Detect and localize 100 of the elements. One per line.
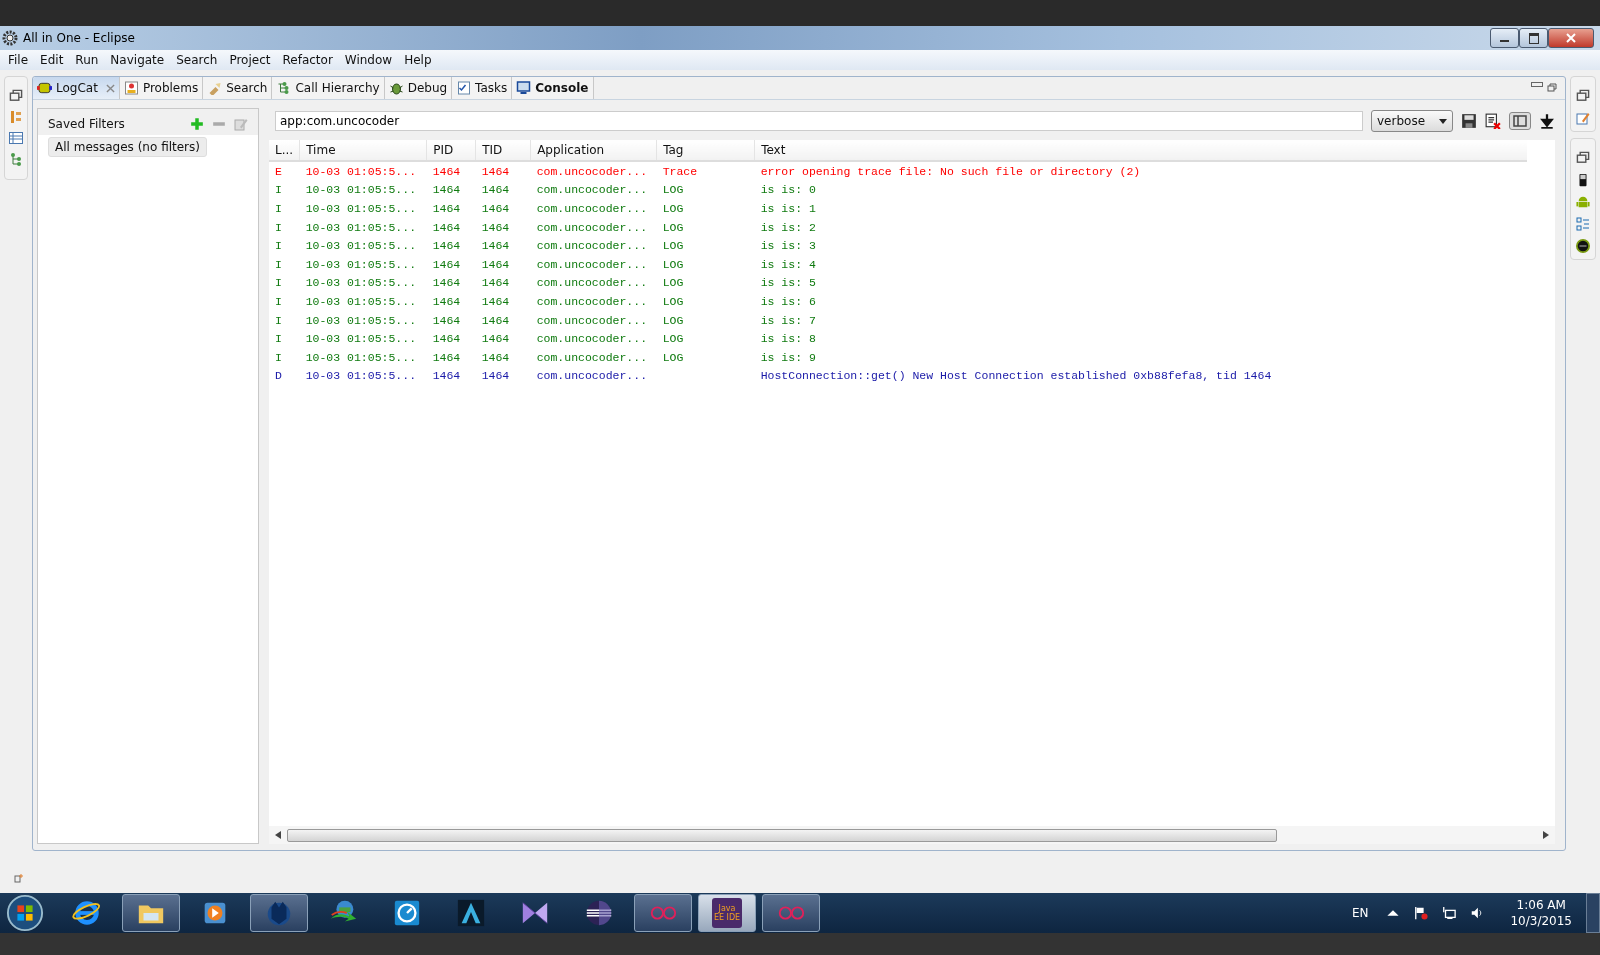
table-cell-text: I [274, 293, 283, 310]
maximize-view-icon[interactable] [1547, 83, 1557, 93]
pencil-icon[interactable] [1576, 111, 1590, 125]
table-cell-text: is is: 4 [759, 256, 817, 273]
column-header[interactable]: Tag [656, 140, 755, 161]
minimize-button[interactable] [1490, 28, 1519, 48]
table-cell-text: is is: 8 [759, 331, 817, 348]
network-icon[interactable] [1442, 906, 1457, 920]
column-header[interactable]: L... [269, 140, 300, 161]
menu-item[interactable]: Search [170, 53, 224, 67]
menu-item[interactable]: Navigate [104, 53, 171, 67]
table-cell-text: 1464 [431, 312, 462, 329]
table-cell-text: 1464 [431, 331, 462, 348]
table-cell-text: 10-03 01:05:5... [304, 312, 418, 329]
table-cell-text: I [274, 312, 283, 329]
table-cell-text: 1464 [431, 219, 462, 236]
caret-icon [1439, 118, 1447, 124]
clock[interactable]: 1:06 AM 10/3/2015 [1510, 897, 1572, 929]
table-cell-text: 1464 [431, 368, 462, 385]
table-cell-text: LOG [661, 312, 685, 329]
show-desktop-button[interactable] [1586, 893, 1600, 933]
table-cell-text: is is: 9 [759, 349, 817, 366]
column-header[interactable]: TID [475, 140, 531, 161]
table-cell-text: I [274, 275, 283, 292]
warning-icon [123, 81, 139, 95]
search-field[interactable]: app:com.uncocoder [275, 111, 1363, 131]
restore-icon[interactable] [1576, 151, 1590, 165]
column-header[interactable]: Application [530, 140, 657, 161]
panel-title: Saved Filters [48, 117, 126, 131]
taskbar-button[interactable] [122, 894, 180, 932]
horizontal-scrollbar[interactable] [269, 826, 1555, 844]
view-tab[interactable]: LogCat [33, 77, 120, 99]
start-button[interactable] [6, 894, 44, 932]
window-title: All in One - Eclipse [23, 31, 135, 45]
table-cell-text: LOG [661, 349, 685, 366]
scroll-right-icon[interactable] [1543, 831, 1549, 839]
menu-item[interactable]: Refactor [276, 53, 339, 67]
outline-icon[interactable] [1576, 217, 1590, 231]
table-cell-text: 1464 [431, 238, 462, 255]
table-cell-text: 10-03 01:05:5... [304, 368, 418, 385]
speedometer-icon [392, 898, 422, 928]
table-cell-text: com.uncocoder... [535, 238, 649, 255]
table-icon[interactable] [9, 131, 23, 145]
table-cell: E [269, 161, 300, 181]
table-cell-text: I [274, 331, 283, 348]
menu-item[interactable]: File [2, 53, 35, 67]
table-cell-text: I [274, 201, 283, 217]
restore-icon[interactable] [9, 89, 23, 103]
table-cell-text: is is: 2 [759, 219, 817, 236]
table-cell-text: 1464 [431, 349, 462, 366]
table-cell-text: 10-03 01:05:5... [304, 349, 418, 366]
close-icon[interactable] [105, 83, 115, 93]
table-cell-text: is is: 7 [759, 312, 817, 329]
flag-icon[interactable] [1414, 906, 1429, 920]
table-cell-text: 1464 [480, 275, 511, 292]
taskbar-button[interactable]: Java EE IDE [698, 894, 756, 932]
table-cell-text: com.uncocoder... [535, 275, 649, 292]
toggle-panel-button[interactable] [1509, 112, 1531, 130]
table-cell: com.uncocoder... [530, 161, 657, 181]
table-cell-text: 1464 [431, 182, 462, 199]
scroll-down-icon[interactable] [1539, 113, 1555, 129]
table-cell: error opening trace file: No such file or directory (2) [754, 161, 1528, 181]
restore-button[interactable] [1519, 28, 1548, 48]
column-header[interactable]: Text [754, 140, 1528, 161]
android-icon [37, 81, 52, 95]
level-dropdown[interactable]: verbose [1371, 110, 1453, 132]
scroll-left-icon[interactable] [275, 831, 281, 839]
table-cell-text: 10-03 01:05:5... [304, 293, 418, 310]
table-cell-text: com.uncocoder... [535, 219, 649, 236]
restore-icon[interactable] [1576, 89, 1590, 103]
menu-item[interactable]: Run [69, 53, 105, 67]
column-header[interactable]: PID [426, 140, 476, 161]
table-cell-text: I [274, 238, 283, 255]
table-cell-text: HostConnection::get() New Host Connection established 0xb88fefa8, tid 1464 [759, 368, 1273, 385]
fast-view-icon[interactable] [14, 873, 24, 883]
table-cell: 10-03 01:05:5... [299, 161, 427, 181]
menu-item[interactable]: Project [223, 53, 277, 67]
tree-icon[interactable] [9, 152, 23, 166]
table-cell-text: 10-03 01:05:5... [304, 275, 418, 292]
table-cell-text: com.uncocoder... [535, 201, 649, 217]
table-cell-text: I [274, 182, 283, 199]
checklist-icon [456, 81, 472, 95]
table-cell-text: 1464 [480, 293, 511, 310]
table-cell: 1464 [426, 161, 476, 181]
table-cell-text: is is: 1 [759, 201, 817, 217]
menu-item[interactable]: Edit [34, 53, 70, 67]
table-cell-text: 1464 [480, 368, 511, 385]
table-cell-text: LOG [661, 293, 685, 310]
save-icon[interactable] [1461, 113, 1477, 129]
filter-item[interactable]: All messages (no filters) [48, 137, 207, 157]
menu-item[interactable]: Help [398, 53, 438, 67]
table-cell-text: D [274, 368, 283, 385]
table-cell-text: 1464 [480, 201, 511, 217]
table-cell-text: I [274, 256, 283, 273]
language-indicator[interactable]: EN [1351, 906, 1369, 920]
close-button[interactable] [1548, 28, 1594, 48]
column-header[interactable]: Time [299, 140, 427, 161]
clear-log-icon[interactable] [1485, 113, 1501, 129]
menu-item[interactable]: Window [338, 53, 399, 67]
table-cell-text: 10-03 01:05:5... [304, 238, 418, 255]
